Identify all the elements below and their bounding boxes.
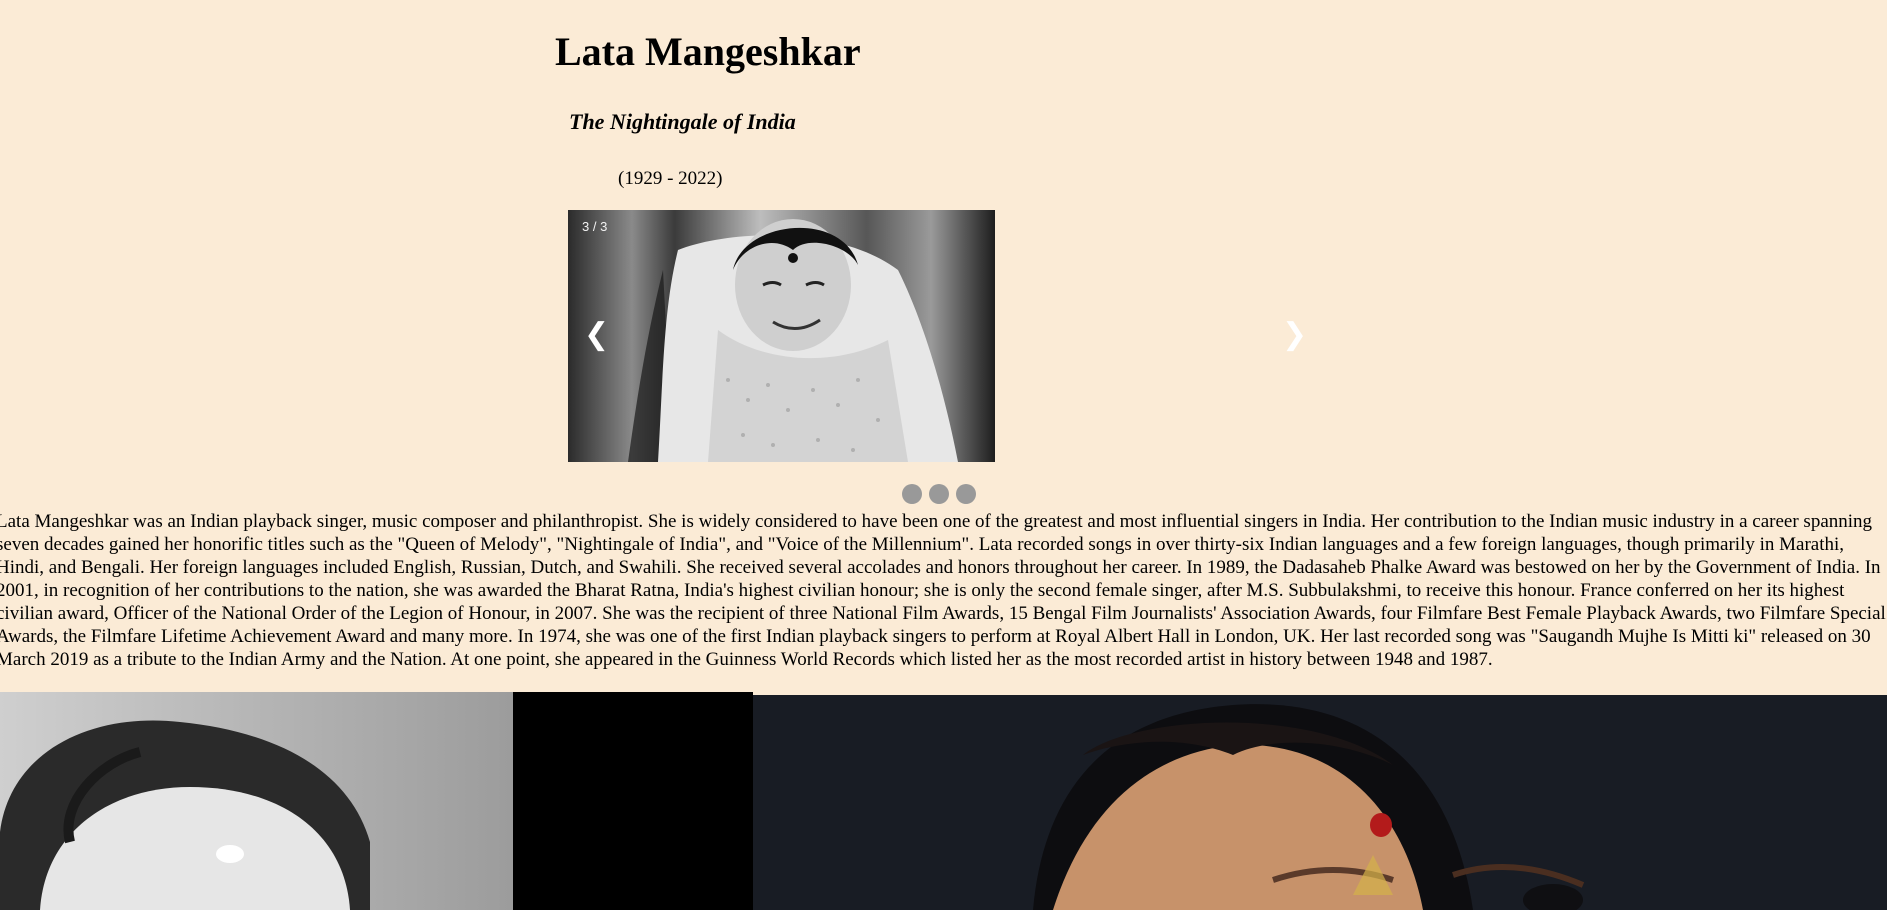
slide-dot-3[interactable]: [956, 484, 976, 504]
biography-text: Lata Mangeshkar was an Indian playback s…: [0, 511, 1886, 670]
life-years: (1929 - 2022): [618, 168, 723, 189]
slide-dot-1[interactable]: [902, 484, 922, 504]
previous-slide-button[interactable]: ❮: [584, 318, 609, 352]
closeup-portrait-illustration: [753, 695, 1887, 910]
slideshow: 3 / 3 ❮ ❯: [568, 210, 1307, 462]
gallery-image-left: [0, 692, 753, 910]
next-slide-button[interactable]: ❯: [1282, 318, 1307, 352]
slide-dot-2[interactable]: [929, 484, 949, 504]
vintage-portrait-illustration: [0, 692, 753, 910]
page-title: Lata Mangeshkar: [555, 29, 861, 74]
slide-counter: 3 / 3: [582, 219, 608, 234]
page: Lata Mangeshkar The Nightingale of India…: [0, 0, 1887, 910]
slide-indicator-dots: [902, 484, 976, 504]
slide-image: 3 / 3: [568, 210, 995, 462]
slide-portrait-illustration: [568, 210, 995, 462]
page-subtitle: The Nightingale of India: [569, 109, 796, 134]
gallery-image-right: [753, 695, 1887, 910]
